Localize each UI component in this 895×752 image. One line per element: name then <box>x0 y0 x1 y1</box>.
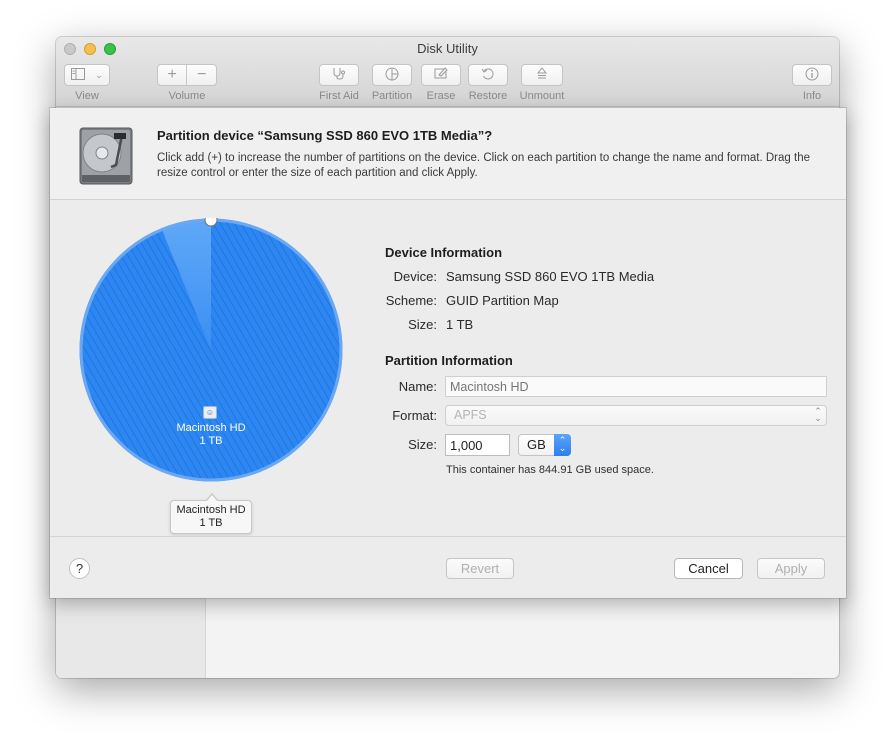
revert-button[interactable]: Revert <box>446 558 514 579</box>
partition-pie-chart[interactable]: ☺ Macintosh HD 1 TB <box>78 213 348 488</box>
partition-tooltip: Macintosh HD 1 TB <box>170 493 252 534</box>
info-button[interactable] <box>792 64 832 86</box>
restore-button[interactable] <box>468 64 508 86</box>
cancel-button[interactable]: Cancel <box>674 558 743 579</box>
finder-volume-icon: ☺ <box>203 406 217 419</box>
size-unit-select[interactable]: GB ⌃ ⌄ <box>518 434 571 456</box>
pie-partition-name: Macintosh HD <box>176 422 246 434</box>
sheet-description: Click add (+) to increase the number of … <box>157 152 810 179</box>
size-unit-value: GB <box>527 437 546 452</box>
partition-size-input[interactable] <box>445 434 510 456</box>
volume-label: Volume <box>168 90 206 102</box>
volume-segmented-control: + − <box>157 64 217 86</box>
partition-pie-icon <box>385 67 399 84</box>
apply-button[interactable]: Apply <box>757 558 825 579</box>
tooltip-partition-size: 1 TB <box>199 517 223 529</box>
sidebar <box>56 597 206 678</box>
used-space-note: This container has 844.91 GB used space. <box>446 464 654 476</box>
scheme-value: GUID Partition Map <box>446 293 559 308</box>
sidebar-icon <box>71 67 86 83</box>
device-value: Samsung SSD 860 EVO 1TB Media <box>446 269 655 284</box>
updown-chevron-icon: ⌃ ⌄ <box>554 434 571 456</box>
restore-arrow-icon <box>481 67 495 84</box>
device-label: Device: <box>393 269 437 284</box>
device-size-label: Size: <box>408 317 437 332</box>
format-label: Format: <box>392 408 437 423</box>
chevron-down-icon: ⌄ <box>95 69 103 80</box>
device-information-heading: Device Information <box>385 245 503 260</box>
partition-sheet: Partition device “Samsung SSD 860 EVO 1T… <box>50 108 846 598</box>
unmount-label: Unmount <box>519 90 565 102</box>
titlebar: Disk Utility ⌄ View + − Volume First Aid <box>56 37 839 107</box>
window-title: Disk Utility <box>417 41 478 56</box>
sheet-footer: ? Revert Cancel Apply <box>50 536 846 598</box>
pie-partition-size: 1 TB <box>199 435 223 447</box>
erase-button[interactable] <box>421 64 461 86</box>
add-volume-button[interactable]: + <box>158 66 186 84</box>
sheet-title: Partition device “Samsung SSD 860 EVO 1T… <box>157 128 493 143</box>
view-button[interactable]: ⌄ <box>64 64 110 86</box>
first-aid-label: First Aid <box>319 90 359 102</box>
updown-chevron-icon: ⌃ ⌄ <box>814 406 822 423</box>
device-size-value: 1 TB <box>446 317 474 332</box>
partition-size-label: Size: <box>408 437 437 452</box>
remove-volume-button[interactable]: − <box>188 66 216 84</box>
resize-handle[interactable] <box>204 213 218 227</box>
partition-button[interactable] <box>372 64 412 86</box>
partition-name-field[interactable] <box>445 376 827 397</box>
info-label: Info <box>802 90 822 102</box>
format-selected-value: APFS <box>454 408 487 422</box>
info-icon <box>805 67 819 84</box>
name-label: Name: <box>398 379 437 394</box>
window-content-background <box>56 597 839 678</box>
sheet-header: Partition device “Samsung SSD 860 EVO 1T… <box>50 108 846 200</box>
erase-pencil-icon <box>434 67 448 83</box>
partition-information-heading: Partition Information <box>385 353 513 368</box>
unmount-button[interactable] <box>521 64 563 86</box>
tooltip-partition-name: Macintosh HD <box>176 504 246 516</box>
help-button[interactable]: ? <box>69 558 90 579</box>
first-aid-button[interactable] <box>319 64 359 86</box>
format-select[interactable]: APFS ⌃ ⌄ <box>445 405 827 426</box>
stethoscope-icon <box>332 67 346 83</box>
eject-icon <box>536 66 548 84</box>
internal-disk-icon <box>78 127 134 187</box>
view-label: View <box>75 90 99 102</box>
scheme-label: Scheme: <box>385 293 437 308</box>
